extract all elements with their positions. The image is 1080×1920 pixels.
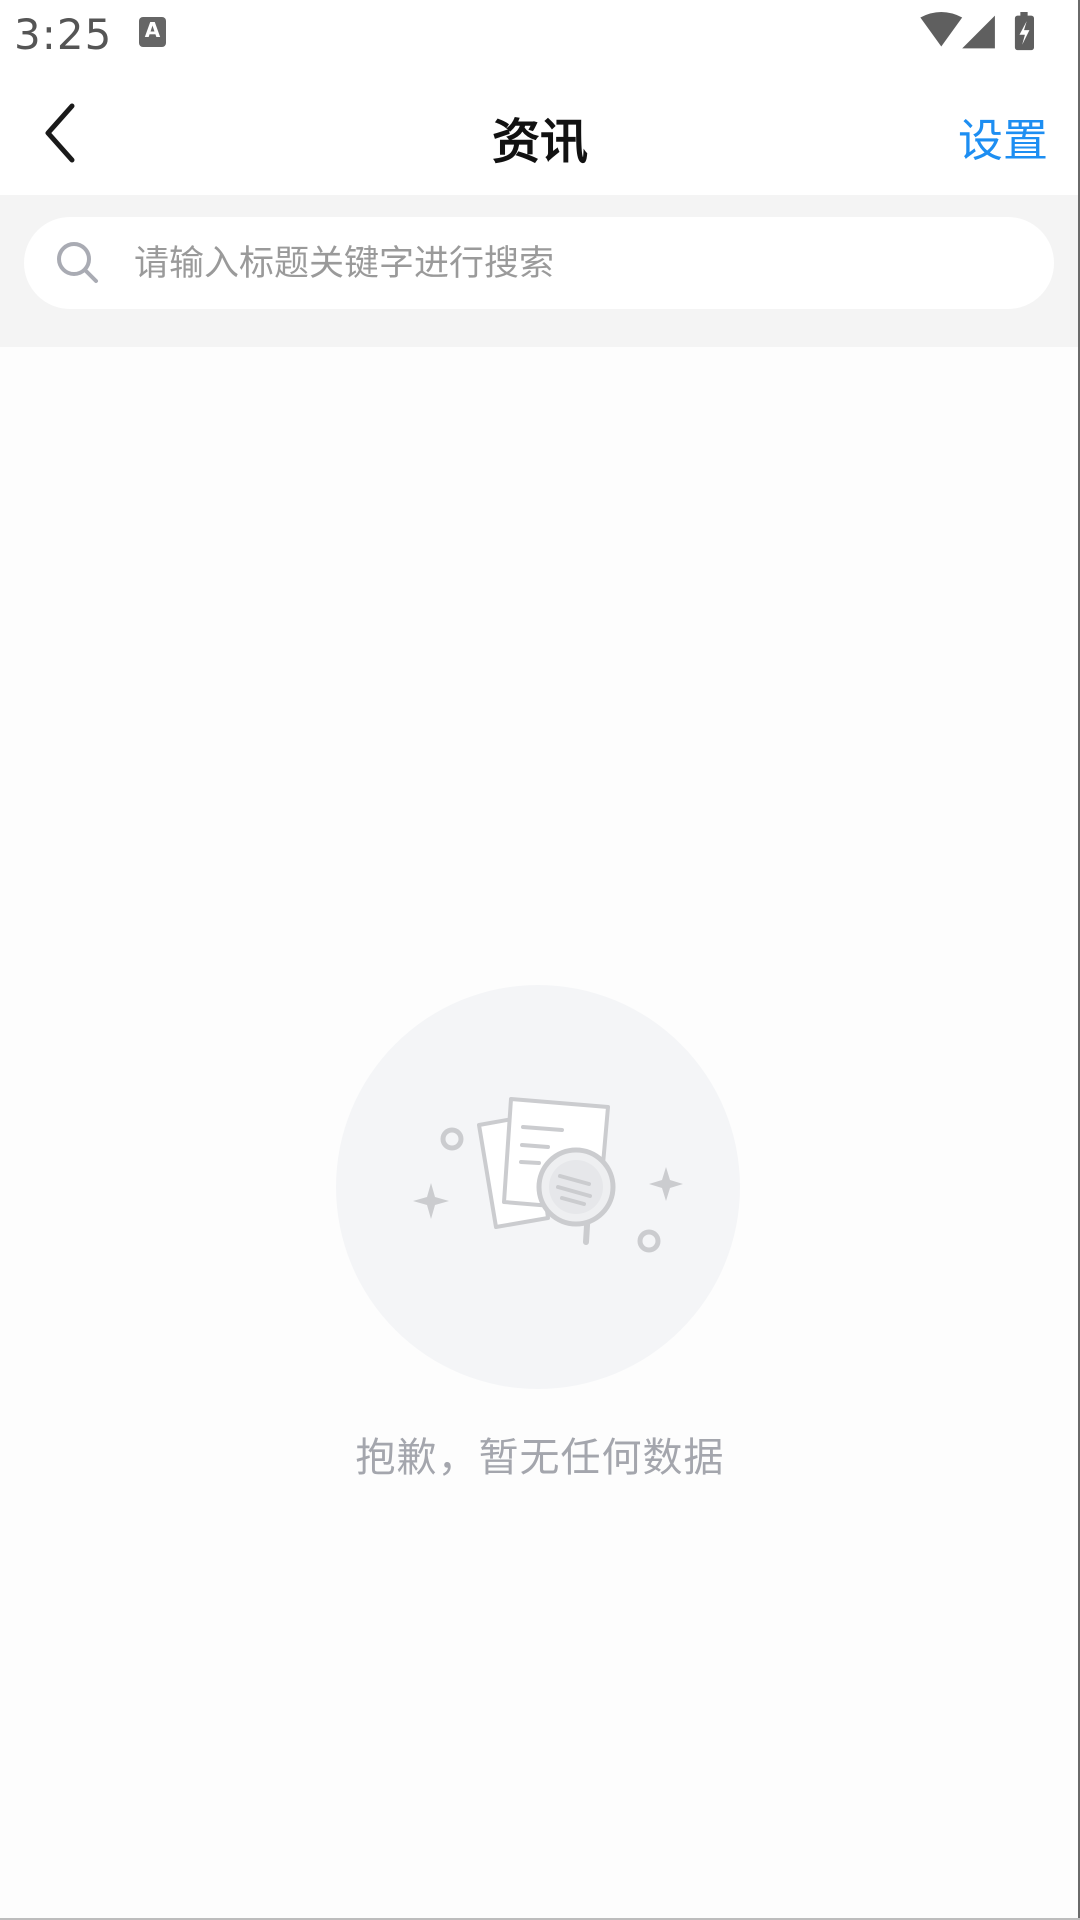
status-time: 3:25: [14, 10, 113, 59]
a-keyboard-icon: A: [139, 17, 166, 47]
settings-button[interactable]: 设置: [958, 104, 1048, 169]
signal-icon: [962, 15, 995, 49]
search-icon: [57, 242, 98, 283]
status-icons: [920, 12, 1034, 51]
app-header: 资讯 设置: [0, 68, 1080, 195]
search-section: [0, 195, 1080, 347]
search-box[interactable]: [24, 217, 1054, 311]
search-input[interactable]: [132, 217, 1016, 311]
empty-message: 抱歉，暂无任何数据: [355, 1435, 725, 1481]
wifi-icon: [920, 12, 963, 47]
page-title: 资讯: [491, 114, 588, 170]
battery-charging-icon: [1014, 12, 1034, 51]
empty-state: 抱歉，暂无任何数据: [0, 985, 1080, 1485]
empty-documents-magnifier-icon: [336, 985, 740, 1389]
notification-letter: A: [144, 18, 161, 42]
status-bar: 3:25 A: [0, 0, 1080, 68]
